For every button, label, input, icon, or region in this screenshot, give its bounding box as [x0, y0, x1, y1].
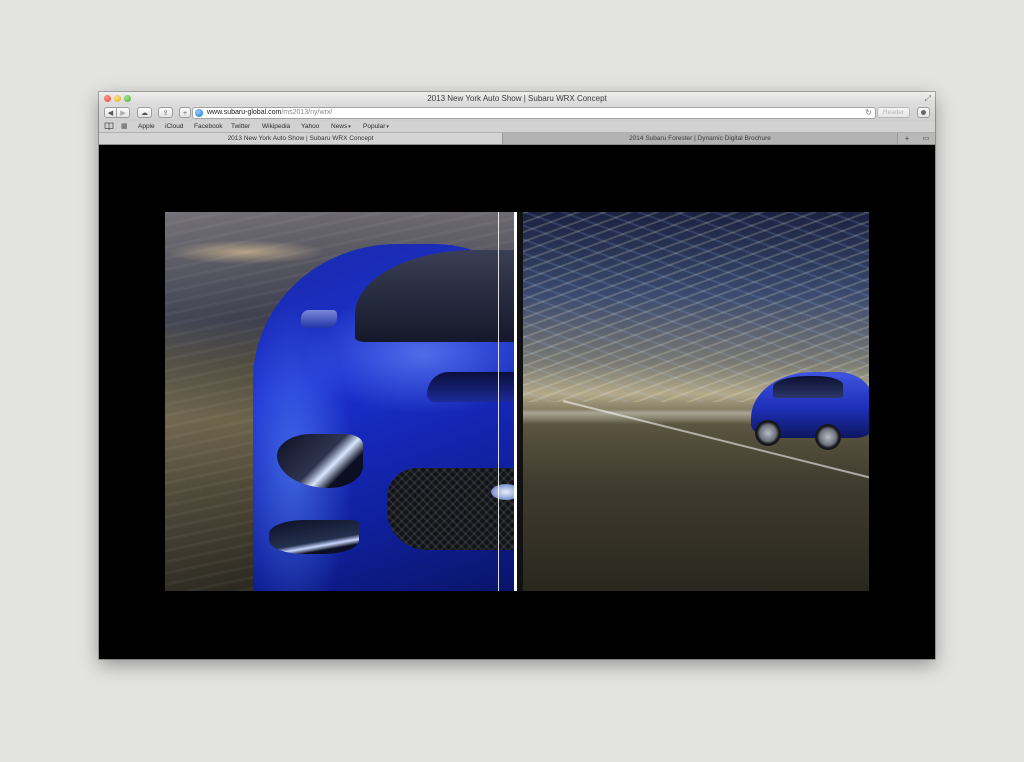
- tab-overview-icon[interactable]: ▭: [917, 133, 935, 144]
- download-icon: [921, 110, 926, 115]
- hero-image-car-front: [165, 212, 555, 591]
- share-button[interactable]: ⇪: [158, 107, 173, 118]
- reload-icon[interactable]: ↻: [865, 108, 872, 118]
- address-bar[interactable]: www.subaru-global.com/ms2013/ny/wrx/ ↻: [192, 107, 876, 119]
- bookmark-twitter[interactable]: Twitter: [231, 122, 250, 131]
- page-divider-line: [498, 212, 499, 591]
- url-text: www.subaru-global.com/ms2013/ny/wrx/: [207, 108, 332, 118]
- car-front-wheel: [815, 424, 841, 450]
- back-button[interactable]: ◀: [104, 107, 117, 118]
- title-bar: 2013 New York Auto Show | Subaru WRX Con…: [99, 92, 935, 105]
- share-icon: ⇪: [162, 110, 169, 117]
- bookmark-news-label: News: [331, 123, 348, 130]
- fullscreen-icon[interactable]: ⤢: [925, 94, 931, 103]
- new-tab-button[interactable]: +: [179, 107, 191, 118]
- tab-wrx-concept[interactable]: 2013 New York Auto Show | Subaru WRX Con…: [99, 133, 503, 144]
- plus-icon: +: [182, 110, 188, 117]
- add-tab-icon[interactable]: +: [899, 133, 915, 144]
- tab-forester-brochure[interactable]: 2014 Subaru Forester | Dynamic Digital B…: [503, 133, 898, 144]
- bookmark-wikipedia[interactable]: Wikipedia: [262, 122, 290, 131]
- back-arrow-icon: ◀: [107, 110, 114, 117]
- cloud-icon: ☁: [141, 110, 148, 117]
- hero-spread: [165, 212, 869, 591]
- toolbar: ◀ ▶ ☁ ⇪ + www.subaru-global.com/ms2013/n…: [99, 105, 935, 121]
- bookmark-news-menu[interactable]: News▾: [331, 122, 351, 132]
- bookmark-facebook[interactable]: Facebook: [194, 122, 223, 131]
- hero-image-car-side: [523, 212, 869, 591]
- forward-button[interactable]: ▶: [117, 107, 130, 118]
- icloud-tabs-button[interactable]: ☁: [137, 107, 152, 118]
- car-side-mirror: [301, 310, 337, 328]
- car-grille: [387, 468, 527, 550]
- top-sites-grid-icon[interactable]: ▦: [121, 122, 128, 131]
- bookmark-yahoo[interactable]: Yahoo: [301, 122, 319, 131]
- window-title: 2013 New York Auto Show | Subaru WRX Con…: [427, 94, 607, 103]
- bookmarks-bar: ▦ Apple iCloud Facebook Twitter Wikipedi…: [99, 121, 935, 133]
- car-fog-light: [269, 520, 359, 554]
- url-path: /ms2013/ny/wrx/: [281, 109, 333, 116]
- downloads-button[interactable]: [917, 107, 930, 118]
- car-side-window: [773, 376, 843, 398]
- car-rear-wheel: [755, 420, 781, 446]
- tab-bar: 2013 New York Auto Show | Subaru WRX Con…: [99, 133, 935, 145]
- reading-list-icon[interactable]: [104, 122, 114, 133]
- bookmark-apple[interactable]: Apple: [138, 122, 155, 131]
- bookmark-icloud[interactable]: iCloud: [165, 122, 183, 131]
- chevron-down-icon: ▾: [386, 124, 389, 130]
- globe-icon: [195, 109, 203, 117]
- bookmark-popular-menu[interactable]: Popular▾: [363, 122, 389, 132]
- forward-arrow-icon: ▶: [120, 110, 126, 117]
- reader-button[interactable]: Reader: [877, 107, 910, 118]
- url-host: www.subaru-global.com: [207, 109, 282, 116]
- browser-window: 2013 New York Auto Show | Subaru WRX Con…: [99, 92, 935, 659]
- page-content: [99, 145, 935, 659]
- bookmark-popular-label: Popular: [363, 123, 386, 130]
- chevron-down-icon: ▾: [348, 124, 351, 130]
